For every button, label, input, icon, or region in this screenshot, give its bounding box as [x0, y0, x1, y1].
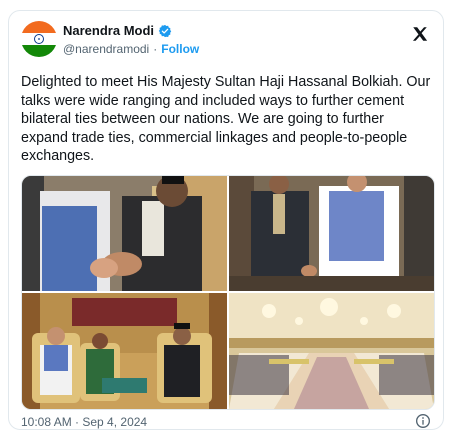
x-logo-icon[interactable]	[411, 25, 429, 43]
media-image-2[interactable]	[229, 176, 434, 291]
author-handle[interactable]: @narendramodi	[63, 42, 149, 56]
timestamp[interactable]: 10:08 AM · Sep 4, 2024	[21, 415, 147, 429]
author-name[interactable]: Narendra Modi	[63, 23, 154, 38]
follow-button[interactable]: Follow	[161, 42, 199, 56]
separator-dot: ·	[153, 42, 158, 56]
media-image-1[interactable]	[22, 176, 227, 291]
media-grid	[21, 175, 435, 410]
verified-badge-icon	[158, 24, 172, 37]
info-icon[interactable]	[415, 413, 431, 429]
avatar[interactable]	[21, 21, 57, 57]
tweet-card: Narendra Modi @narendramodi · Follow Del…	[8, 10, 444, 430]
tweet-text: Delighted to meet His Majesty Sultan Haj…	[21, 74, 435, 165]
media-image-3[interactable]	[22, 293, 227, 409]
flag-avatar-image	[21, 21, 57, 57]
author-name-row[interactable]: Narendra Modi	[63, 23, 172, 38]
handle-row: @narendramodi · Follow	[63, 42, 199, 56]
media-image-4[interactable]	[229, 293, 434, 409]
